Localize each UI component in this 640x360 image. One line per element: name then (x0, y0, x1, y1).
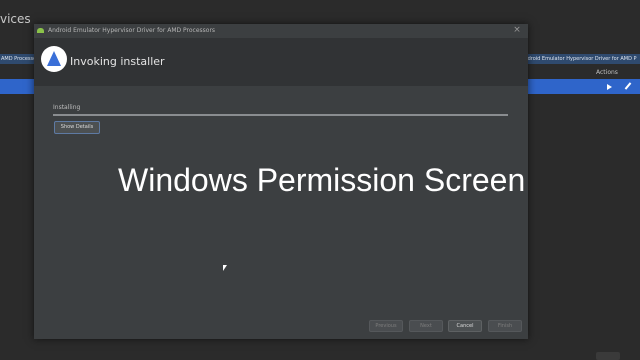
mouse-cursor-icon (223, 265, 227, 271)
background-tab-right-label: Android Emulator Hypervisor Driver for A… (521, 56, 637, 62)
install-status-label: Installing (53, 104, 81, 111)
next-button[interactable]: Next (409, 320, 443, 332)
android-studio-logo-icon (41, 46, 67, 72)
actions-column-header: Actions (596, 69, 618, 76)
background-tab-right[interactable]: Android Emulator Hypervisor Driver for A… (518, 54, 640, 64)
dialog-window-title: Android Emulator Hypervisor Driver for A… (48, 27, 216, 34)
show-details-button[interactable]: Show Details (54, 121, 100, 134)
background-tab-left[interactable]: AMD Processors (0, 54, 41, 64)
previous-button[interactable]: Previous (369, 320, 403, 332)
background-window-title: vices (0, 12, 31, 26)
install-progress-bar (53, 114, 508, 116)
overlay-caption: Windows Permission Screen (118, 162, 526, 198)
dialog-titlebar[interactable]: Android Emulator Hypervisor Driver for A… (34, 24, 528, 38)
cancel-button[interactable]: Cancel (448, 320, 482, 332)
finish-button[interactable]: Finish (488, 320, 522, 332)
android-icon (37, 28, 44, 33)
dialog-content: Installing Show Details Windows Permissi… (34, 86, 528, 339)
installer-dialog: Android Emulator Hypervisor Driver for A… (34, 24, 528, 339)
dialog-header: Invoking installer (34, 38, 528, 86)
install-progress-fill (53, 114, 508, 116)
background-bottom-widget (596, 352, 620, 360)
dialog-header-title: Invoking installer (70, 55, 165, 68)
play-icon[interactable] (607, 84, 612, 90)
close-button[interactable]: × (512, 25, 522, 35)
